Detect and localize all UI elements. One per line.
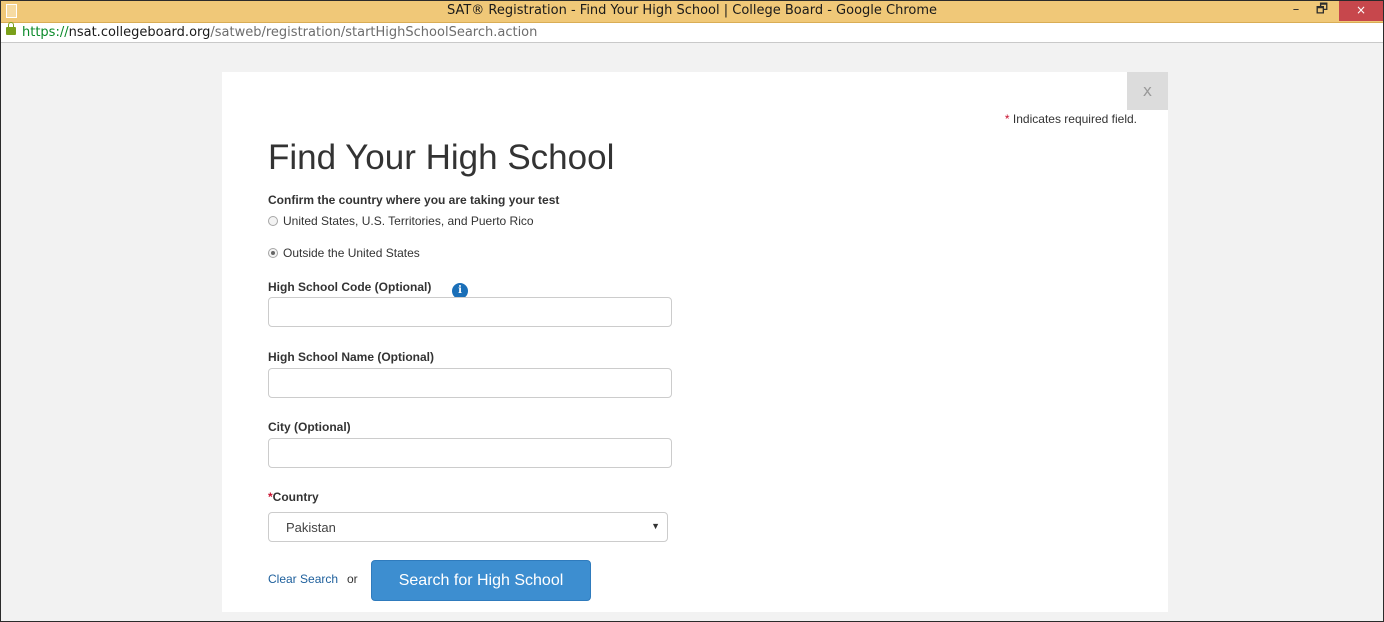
high-school-name-label: High School Name (Optional) <box>268 350 435 364</box>
address-bar[interactable]: https://nsat.collegeboard.org/satweb/reg… <box>1 22 1383 43</box>
url-path: /satweb/registration/startHighSchoolSear… <box>210 25 538 40</box>
window-title: SAT® Registration - Find Your High Schoo… <box>446 3 938 18</box>
city-label: City (Optional) <box>268 420 351 434</box>
url-scheme: https:// <box>22 25 69 40</box>
country-select[interactable]: Pakistan ▼ <box>268 512 668 542</box>
title-bar: SAT® Registration - Find Your High Schoo… <box>1 1 1383 23</box>
radio-outside-us[interactable]: Outside the United States <box>268 246 420 260</box>
high-school-code-label: High School Code (Optional) <box>268 280 432 294</box>
radio-label: Outside the United States <box>283 246 420 260</box>
radio-us-territories[interactable]: United States, U.S. Territories, and Pue… <box>268 214 534 228</box>
high-school-name-input[interactable] <box>268 368 672 398</box>
country-label-text: Country <box>272 490 319 504</box>
high-school-code-input[interactable] <box>268 297 672 327</box>
required-note-text: Indicates required field. <box>1009 112 1137 126</box>
url-text[interactable]: https://nsat.collegeboard.org/satweb/reg… <box>22 23 537 42</box>
country-question-label: Confirm the country where you are taking… <box>268 193 560 207</box>
clear-search-link[interactable]: Clear Search <box>268 572 338 586</box>
required-field-note: * Indicates required field. <box>1005 112 1137 126</box>
page-title: Find Your High School <box>268 138 615 177</box>
browser-window: SAT® Registration - Find Your High Schoo… <box>0 0 1384 622</box>
minimize-button[interactable]: – <box>1283 1 1309 21</box>
page-viewport: x * Indicates required field. Find Your … <box>1 43 1383 621</box>
radio-button[interactable] <box>268 216 278 226</box>
window-controls: – 🗗 × <box>1283 1 1383 21</box>
city-input[interactable] <box>268 438 672 468</box>
url-host: nsat.collegeboard.org <box>68 25 211 40</box>
chevron-down-icon: ▼ <box>651 521 660 531</box>
country-label: *Country <box>268 490 319 504</box>
restore-button[interactable]: 🗗 <box>1309 1 1335 21</box>
search-for-high-school-button[interactable]: Search for High School <box>371 560 591 601</box>
close-window-button[interactable]: × <box>1339 1 1383 21</box>
country-selected-value: Pakistan <box>286 520 336 535</box>
or-text: or <box>347 572 358 586</box>
lock-icon <box>6 22 16 35</box>
close-icon[interactable]: x <box>1127 72 1168 110</box>
radio-label: United States, U.S. Territories, and Pue… <box>283 214 534 228</box>
radio-button-checked[interactable] <box>268 248 278 258</box>
find-high-school-dialog: x * Indicates required field. Find Your … <box>222 72 1168 612</box>
